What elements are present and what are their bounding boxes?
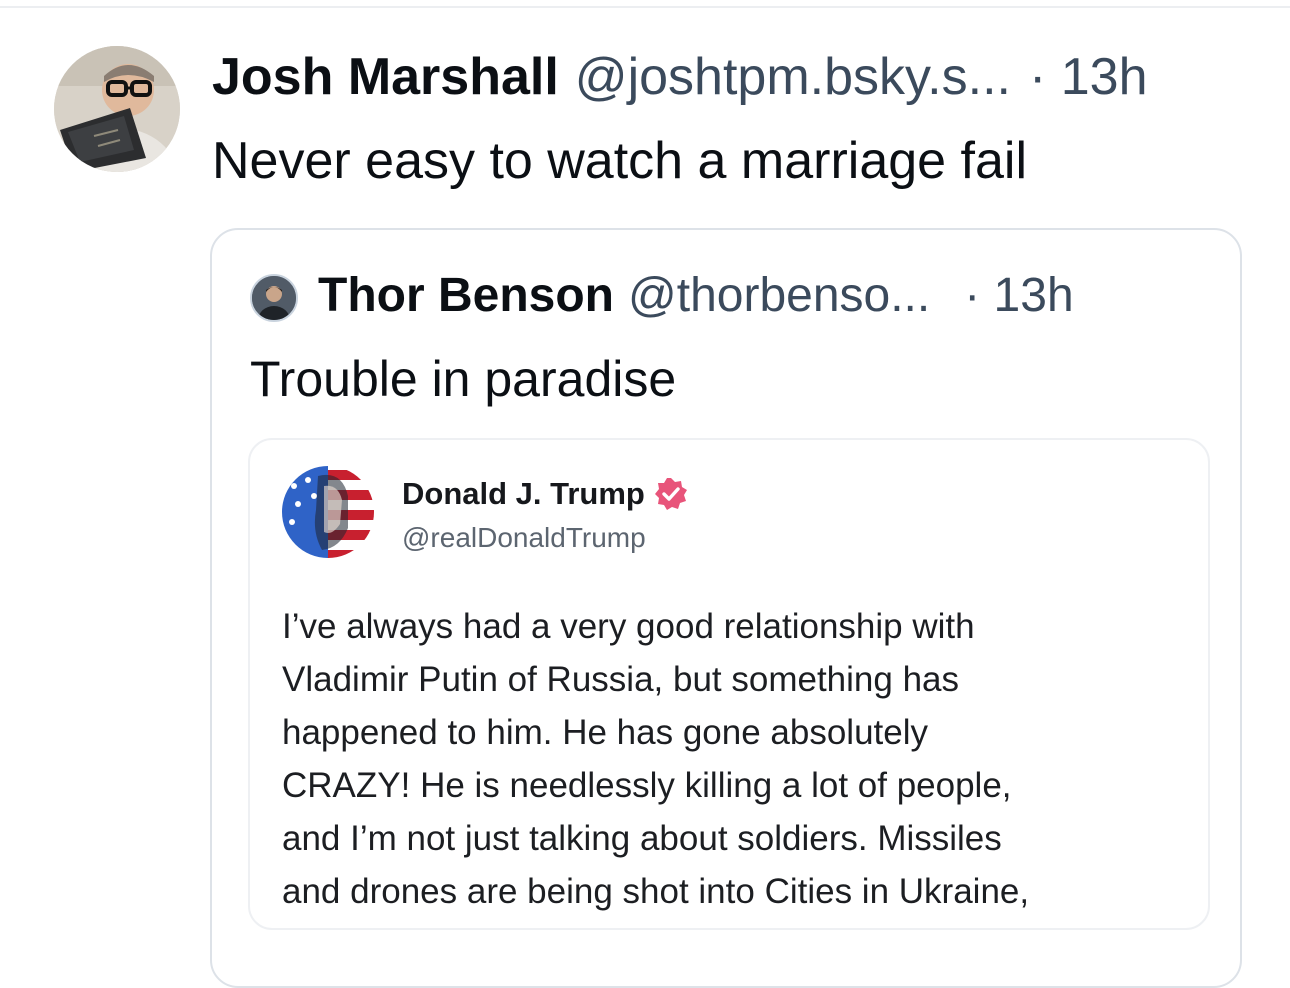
embedded-body-line: I’ve always had a very good relationship… <box>282 607 975 646</box>
embedded-body-line: happened to him. He has gone absolutely <box>282 713 929 752</box>
embedded-body-line: and drones are being shot into Cities in… <box>282 872 1030 911</box>
embedded-screenshot[interactable]: Donald J. Trump @realDonaldTrump I’ve al… <box>248 438 1210 930</box>
post-timestamp[interactable]: · 13h <box>1029 44 1148 110</box>
author-name[interactable]: Josh Marshall <box>212 44 559 110</box>
quoted-author-name[interactable]: Thor Benson <box>318 266 614 326</box>
embedded-body-line: and I’m not just talking about soldiers.… <box>282 819 1002 858</box>
quoted-avatar-photo <box>252 276 296 320</box>
post-text: Never easy to watch a marriage fail <box>212 132 1028 190</box>
embedded-name-row: Donald J. Trump <box>402 474 689 514</box>
quoted-post-card[interactable]: Thor Benson @thorbenso... · 13h Trouble … <box>210 228 1242 988</box>
embedded-post-body: I’ve always had a very good relationship… <box>282 600 1182 918</box>
top-divider <box>0 6 1290 8</box>
quoted-author-avatar[interactable] <box>250 274 298 322</box>
post-header: Josh Marshall @joshtpm.bsky.s... · 13h <box>212 44 1148 110</box>
verified-badge-icon <box>654 478 687 510</box>
embedded-author-handle: @realDonaldTrump <box>402 522 646 553</box>
embedded-author-name: Donald J. Trump <box>402 476 645 511</box>
embedded-author-avatar <box>282 466 374 558</box>
embedded-body-line: CRAZY! He is needlessly killing a lot of… <box>282 766 1012 805</box>
author-handle[interactable]: @joshtpm.bsky.s... <box>575 44 1011 110</box>
quoted-author-handle[interactable]: @thorbenso... <box>628 266 930 326</box>
flag-portrait-image <box>282 466 374 558</box>
avatar-photo <box>54 46 180 172</box>
quoted-post-text: Trouble in paradise <box>250 351 677 407</box>
author-avatar[interactable] <box>54 46 180 172</box>
embedded-body-line: Vladimir Putin of Russia, but something … <box>282 660 959 699</box>
quoted-post-timestamp[interactable]: · 13h <box>964 266 1073 326</box>
quoted-post-header: Thor Benson @thorbenso... · 13h <box>318 266 1074 326</box>
